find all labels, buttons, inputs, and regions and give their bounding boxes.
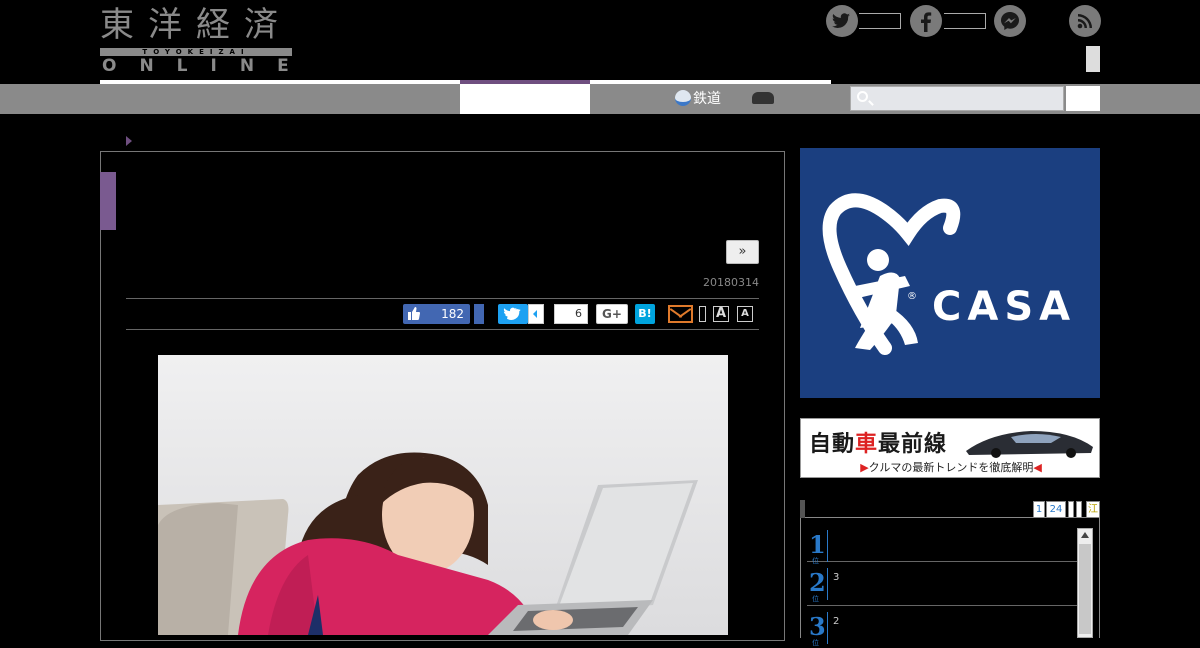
rank-count: 2 bbox=[833, 616, 840, 627]
rank-separator bbox=[827, 612, 828, 644]
print-button[interactable] bbox=[699, 306, 706, 322]
rss-glyph bbox=[1077, 14, 1092, 29]
ranking-row[interactable]: 3 位 2 bbox=[807, 608, 1079, 648]
divider bbox=[126, 329, 759, 330]
scroll-up-icon[interactable] bbox=[1081, 532, 1089, 538]
concept-car-icon bbox=[966, 431, 1093, 458]
registered-mark: ® bbox=[907, 291, 917, 302]
logo-online: ONLINE bbox=[102, 56, 312, 76]
logo-romaji: TOYOKEIZAI bbox=[100, 48, 292, 56]
ad-auto-title-part: 自動 bbox=[809, 432, 856, 457]
twitter-bird-icon[interactable] bbox=[826, 5, 858, 37]
facebook-share-button[interactable] bbox=[474, 304, 484, 324]
ranking-tab[interactable] bbox=[1068, 501, 1074, 518]
rank-number: 1 bbox=[809, 530, 826, 559]
thumbs-up-icon bbox=[408, 307, 420, 320]
ad-banner-casa[interactable]: ® CASA bbox=[800, 148, 1100, 398]
twitter-follow-count[interactable] bbox=[859, 13, 901, 29]
next-page-button[interactable]: » bbox=[726, 240, 759, 264]
like-count: 182 bbox=[441, 307, 464, 321]
facebook-like-count[interactable] bbox=[944, 13, 986, 29]
ranking-list: 1 位 2 位 3 3 位 2 bbox=[800, 518, 1100, 647]
twitter-bird-glyph bbox=[832, 13, 850, 28]
article-photo bbox=[158, 355, 728, 635]
nav-item-car[interactable] bbox=[752, 84, 774, 114]
article-photo-illustration bbox=[158, 355, 728, 635]
ad-auto-title-part: 最前線 bbox=[878, 432, 948, 457]
nav-item-railway[interactable]: 鉄道 bbox=[675, 84, 721, 114]
train-icon bbox=[675, 90, 691, 106]
search-icon bbox=[857, 91, 868, 102]
site-logo[interactable]: 東洋経済 TOYOKEIZAI ONLINE bbox=[100, 5, 312, 76]
hatena-bookmark-button[interactable]: B! bbox=[635, 304, 655, 324]
divider bbox=[126, 298, 759, 299]
facebook-f-glyph bbox=[921, 12, 932, 32]
font-size-small-button[interactable]: A bbox=[737, 306, 753, 322]
ranking-row[interactable]: 2 位 3 bbox=[807, 564, 1079, 606]
search-input[interactable] bbox=[850, 86, 1064, 111]
mail-icon[interactable] bbox=[668, 305, 693, 323]
rank-separator bbox=[827, 568, 828, 600]
logo-kanji: 東洋経済 bbox=[100, 5, 292, 45]
triangle-right-icon: ▶ bbox=[860, 461, 869, 474]
rank-suffix: 位 bbox=[812, 595, 819, 603]
nav-tab-active[interactable] bbox=[460, 84, 590, 114]
ad-auto-subtitle: クルマの最新トレンドを徹底解明 bbox=[868, 461, 1034, 474]
twitter-bird-icon bbox=[503, 307, 521, 320]
rank-number: 3 bbox=[809, 612, 826, 641]
share-count: 6 bbox=[554, 304, 588, 324]
ad-auto-title-red: 車 bbox=[855, 432, 879, 457]
messenger-icon[interactable] bbox=[994, 5, 1026, 37]
rank-suffix: 位 bbox=[812, 639, 819, 647]
ad-banner-auto[interactable]: 自動車最前線 ▶クルマの最新トレンドを徹底解明◀ bbox=[800, 418, 1100, 478]
ranking-tab-edo[interactable]: 江 bbox=[1086, 501, 1100, 518]
rank-number: 2 bbox=[809, 568, 826, 597]
messenger-glyph bbox=[1001, 12, 1019, 30]
rank-separator bbox=[827, 530, 828, 562]
header-menu-button[interactable] bbox=[1086, 46, 1100, 72]
font-size-large-button[interactable]: A bbox=[713, 306, 729, 322]
rank-count: 3 bbox=[833, 572, 840, 583]
facebook-like-button[interactable]: 182 bbox=[403, 304, 470, 324]
casa-logo-icon bbox=[822, 193, 961, 355]
ad-auto-subtitle-row: ▶クルマの最新トレンドを徹底解明◀ bbox=[801, 459, 1099, 477]
rss-icon[interactable] bbox=[1069, 5, 1101, 37]
ranking-tab-24[interactable]: 24 bbox=[1046, 501, 1066, 518]
car-icon bbox=[752, 92, 774, 104]
tweet-count bbox=[528, 304, 544, 324]
google-plus-button[interactable]: G+ bbox=[596, 304, 628, 324]
ranking-scrollbar[interactable] bbox=[1077, 528, 1093, 638]
ranking-tab[interactable] bbox=[1076, 501, 1082, 518]
casa-brand-text: CASA bbox=[932, 284, 1077, 330]
ranking-tab-1[interactable]: 1 bbox=[1033, 501, 1045, 518]
nav-item-label: 鉄道 bbox=[693, 91, 721, 107]
search-button[interactable] bbox=[1066, 86, 1100, 111]
ad-auto-title: 自動車最前線 bbox=[809, 426, 947, 458]
article-date: 20180314 bbox=[703, 276, 759, 289]
facebook-f-icon[interactable] bbox=[910, 5, 942, 37]
ranking-row[interactable]: 1 位 bbox=[807, 526, 1079, 565]
title-accent-bar bbox=[100, 172, 116, 230]
breadcrumb-arrow-icon bbox=[126, 136, 132, 146]
triangle-left-icon: ◀ bbox=[1033, 461, 1042, 474]
scrollbar-thumb[interactable] bbox=[1079, 544, 1091, 634]
ranking-header-bar bbox=[800, 500, 805, 518]
tweet-button[interactable] bbox=[498, 304, 528, 324]
